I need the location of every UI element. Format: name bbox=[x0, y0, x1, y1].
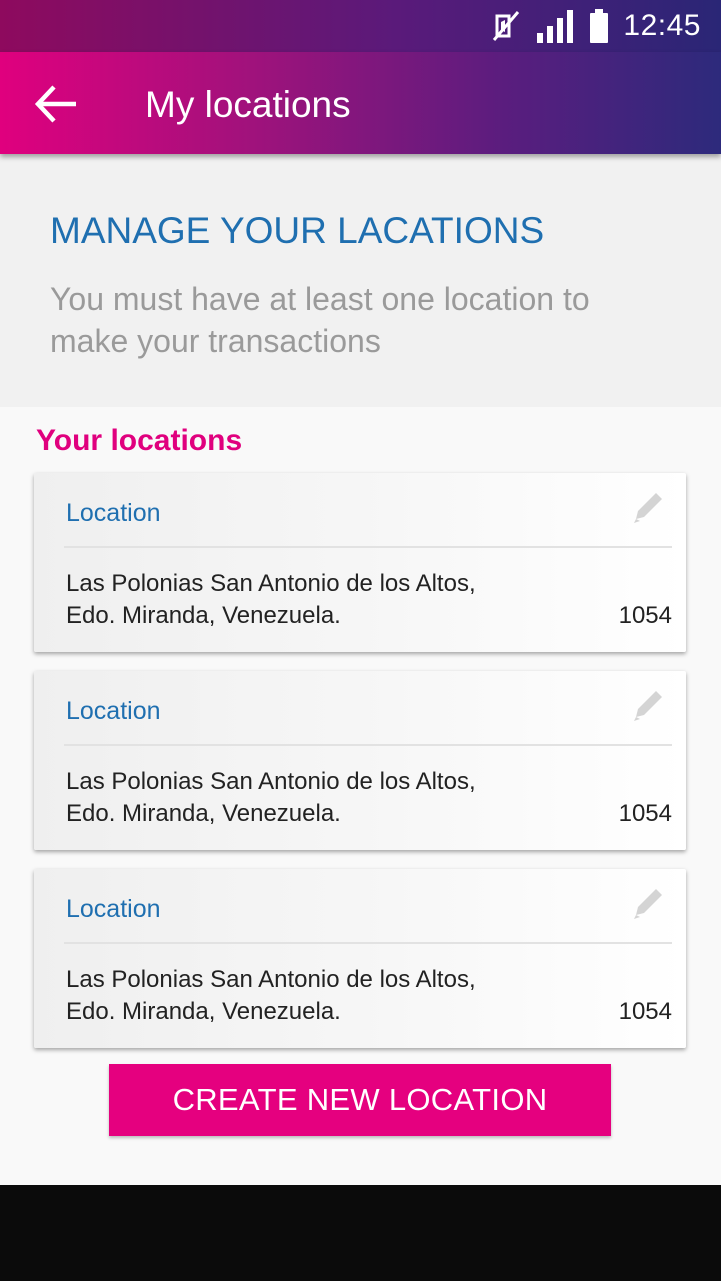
address-line-1: Las Polonias San Antonio de los Altos, bbox=[66, 768, 476, 795]
location-address: Las Polonias San Antonio de los Altos, E… bbox=[66, 568, 586, 632]
battery-icon bbox=[590, 9, 609, 43]
location-label: Location bbox=[66, 895, 161, 923]
location-code: 1054 bbox=[618, 800, 672, 827]
mute-icon bbox=[493, 11, 520, 41]
location-address: Las Polonias San Antonio de los Altos, E… bbox=[66, 964, 586, 1028]
intro-panel: MANAGE YOUR LACATIONS You must have at l… bbox=[0, 154, 721, 407]
location-card[interactable]: Location Las Polonias San Antonio de los… bbox=[34, 869, 686, 1048]
address-line-2: Edo. Miranda, Venezuela. bbox=[66, 800, 341, 827]
pencil-icon[interactable] bbox=[630, 687, 666, 725]
main-content: MANAGE YOUR LACATIONS You must have at l… bbox=[0, 154, 721, 1185]
intro-text: You must have at least one location to m… bbox=[50, 281, 590, 359]
arrow-left-icon[interactable] bbox=[30, 80, 82, 128]
status-icons: 12:45 bbox=[491, 8, 701, 44]
pencil-icon[interactable] bbox=[630, 885, 666, 923]
location-label: Location bbox=[66, 697, 161, 725]
page-title: My locations bbox=[145, 84, 351, 125]
signal-icon bbox=[537, 10, 574, 43]
address-line-2: Edo. Miranda, Venezuela. bbox=[66, 602, 341, 629]
location-label: Location bbox=[66, 499, 161, 527]
status-bar: 12:45 bbox=[0, 0, 721, 52]
location-code: 1054 bbox=[618, 998, 672, 1025]
app-bar: My locations bbox=[0, 52, 721, 154]
section-title: Your locations bbox=[36, 424, 243, 457]
create-new-location-button[interactable]: CREATE NEW LOCATION bbox=[109, 1064, 611, 1136]
address-line-1: Las Polonias San Antonio de los Altos, bbox=[66, 966, 476, 993]
intro-title: MANAGE YOUR LACATIONS bbox=[50, 210, 545, 251]
location-code: 1054 bbox=[618, 602, 672, 629]
location-address: Las Polonias San Antonio de los Altos, E… bbox=[66, 766, 586, 830]
address-line-2: Edo. Miranda, Venezuela. bbox=[66, 998, 341, 1025]
location-card[interactable]: Location Las Polonias San Antonio de los… bbox=[34, 473, 686, 652]
card-divider bbox=[64, 546, 672, 548]
status-time: 12:45 bbox=[623, 9, 701, 42]
pencil-icon[interactable] bbox=[630, 489, 666, 527]
location-card[interactable]: Location Las Polonias San Antonio de los… bbox=[34, 671, 686, 850]
address-line-1: Las Polonias San Antonio de los Altos, bbox=[66, 570, 476, 597]
card-divider bbox=[64, 744, 672, 746]
navigation-bar-area bbox=[0, 1185, 721, 1281]
card-divider bbox=[64, 942, 672, 944]
